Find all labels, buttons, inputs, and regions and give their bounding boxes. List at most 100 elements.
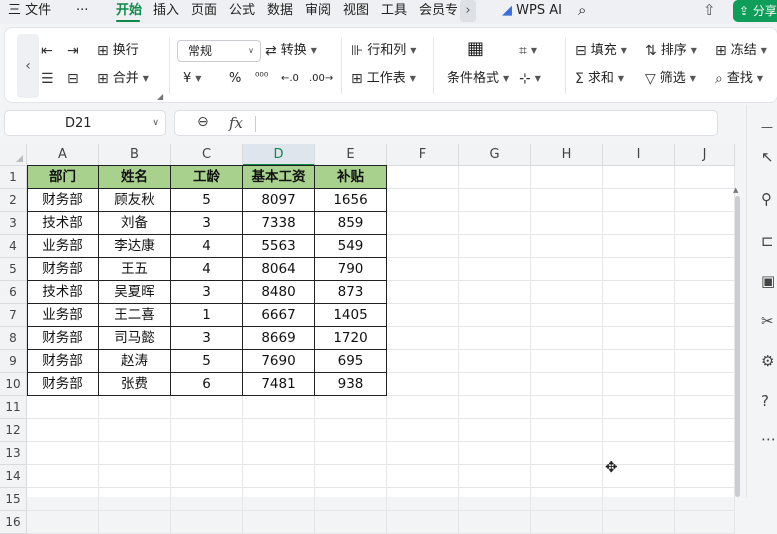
cell-c11[interactable] bbox=[171, 396, 243, 419]
cell-j3[interactable] bbox=[675, 212, 735, 235]
cell-a15[interactable] bbox=[27, 488, 99, 511]
cell-j4[interactable] bbox=[675, 235, 735, 258]
cell-j5[interactable] bbox=[675, 258, 735, 281]
align-left-icon[interactable]: ☰ bbox=[41, 71, 54, 87]
tab-page[interactable]: 页面 bbox=[191, 3, 217, 19]
cell-e6[interactable]: 873 bbox=[315, 281, 387, 304]
zoom-icon[interactable]: ⊖ bbox=[197, 114, 209, 130]
row-header-13[interactable]: 13 bbox=[0, 442, 27, 465]
cell-c12[interactable] bbox=[171, 419, 243, 442]
cell-style-button[interactable]: ⌗ ▼ bbox=[519, 43, 537, 59]
cell-i8[interactable] bbox=[603, 327, 675, 350]
currency-format-button[interactable]: ¥ ▼ bbox=[183, 71, 201, 87]
settings-icon[interactable]: ⚙ bbox=[761, 353, 774, 369]
cell-d6[interactable]: 8480 bbox=[243, 281, 315, 304]
select-cursor-icon[interactable]: ↖ bbox=[761, 149, 774, 165]
row-header-8[interactable]: 8 bbox=[0, 327, 27, 350]
cell-d12[interactable] bbox=[243, 419, 315, 442]
cell-b13[interactable] bbox=[99, 442, 171, 465]
cell-b8[interactable]: 司马懿 bbox=[99, 327, 171, 350]
indent-decrease-icon[interactable]: ⇤ bbox=[41, 43, 53, 59]
filter-button[interactable]: ▽ 筛选 ▼ bbox=[645, 71, 696, 87]
cell-h2[interactable] bbox=[531, 189, 603, 212]
cell-f14[interactable] bbox=[387, 465, 459, 488]
cell-d13[interactable] bbox=[243, 442, 315, 465]
cell-h11[interactable] bbox=[531, 396, 603, 419]
column-header-h[interactable]: H bbox=[531, 144, 603, 166]
column-header-j[interactable]: J bbox=[675, 144, 735, 166]
cell-d5[interactable]: 8064 bbox=[243, 258, 315, 281]
tab-view[interactable]: 视图 bbox=[343, 3, 369, 19]
tab-home[interactable]: 开始 bbox=[116, 3, 142, 19]
column-header-g[interactable]: G bbox=[459, 144, 531, 166]
cell-c16[interactable] bbox=[171, 511, 243, 534]
cell-f3[interactable] bbox=[387, 212, 459, 235]
row-header-15[interactable]: 15 bbox=[0, 488, 27, 511]
cell-b14[interactable] bbox=[99, 465, 171, 488]
cell-a1[interactable]: 部门 bbox=[27, 166, 99, 189]
cell-i7[interactable] bbox=[603, 304, 675, 327]
cell-f15[interactable] bbox=[387, 488, 459, 511]
cell-f7[interactable] bbox=[387, 304, 459, 327]
cell-j7[interactable] bbox=[675, 304, 735, 327]
cell-b7[interactable]: 王二喜 bbox=[99, 304, 171, 327]
sort-button[interactable]: ⇅ 排序 ▼ bbox=[645, 43, 697, 59]
cell-h16[interactable] bbox=[531, 511, 603, 534]
more-options-icon[interactable]: ⋯ bbox=[761, 431, 776, 447]
conditional-format-icon[interactable]: ▦ bbox=[467, 40, 484, 58]
cell-h3[interactable] bbox=[531, 212, 603, 235]
column-header-c[interactable]: C bbox=[171, 144, 243, 166]
cell-c3[interactable]: 3 bbox=[171, 212, 243, 235]
cell-d4[interactable]: 5563 bbox=[243, 235, 315, 258]
cell-d7[interactable]: 6667 bbox=[243, 304, 315, 327]
cell-d8[interactable]: 8669 bbox=[243, 327, 315, 350]
increase-decimal-button[interactable]: .00→ bbox=[309, 71, 333, 87]
cell-a10[interactable]: 财务部 bbox=[27, 373, 99, 396]
gallery-icon[interactable]: ▣ bbox=[761, 273, 775, 289]
decrease-decimal-button[interactable]: ←.0 bbox=[281, 71, 299, 87]
help-icon[interactable]: ? bbox=[761, 393, 769, 409]
cell-c7[interactable]: 1 bbox=[171, 304, 243, 327]
row-header-11[interactable]: 11 bbox=[0, 396, 27, 419]
cell-b9[interactable]: 赵涛 bbox=[99, 350, 171, 373]
fx-icon[interactable]: fx bbox=[229, 114, 243, 132]
tabs-scroll-right-button[interactable]: › bbox=[460, 0, 476, 22]
cell-f6[interactable] bbox=[387, 281, 459, 304]
cloud-upload-icon[interactable]: ⇧ bbox=[703, 1, 716, 19]
tools-icon[interactable]: ✂ bbox=[761, 313, 774, 329]
cell-i12[interactable] bbox=[603, 419, 675, 442]
properties-icon[interactable]: ⚲ bbox=[761, 191, 772, 207]
cell-e16[interactable] bbox=[315, 511, 387, 534]
scroll-up-icon[interactable]: ▲ bbox=[733, 186, 738, 194]
cell-i1[interactable] bbox=[603, 166, 675, 189]
row-header-4[interactable]: 4 bbox=[0, 235, 27, 258]
cell-i5[interactable] bbox=[603, 258, 675, 281]
cell-h15[interactable] bbox=[531, 488, 603, 511]
cell-j11[interactable] bbox=[675, 396, 735, 419]
column-header-b[interactable]: B bbox=[99, 144, 171, 166]
cell-b12[interactable] bbox=[99, 419, 171, 442]
name-box[interactable]: D21 ∨ bbox=[4, 110, 166, 136]
cell-a5[interactable]: 财务部 bbox=[27, 258, 99, 281]
cell-c4[interactable]: 4 bbox=[171, 235, 243, 258]
cell-j15[interactable] bbox=[675, 488, 735, 511]
more-menu-button[interactable]: ··· bbox=[76, 3, 88, 19]
column-header-e[interactable]: E bbox=[315, 144, 387, 166]
worksheet-button[interactable]: ⊞ 工作表 ▼ bbox=[351, 71, 416, 87]
cell-g10[interactable] bbox=[459, 373, 531, 396]
cell-b10[interactable]: 张费 bbox=[99, 373, 171, 396]
cell-a13[interactable] bbox=[27, 442, 99, 465]
cell-h6[interactable] bbox=[531, 281, 603, 304]
cell-f11[interactable] bbox=[387, 396, 459, 419]
cell-j13[interactable] bbox=[675, 442, 735, 465]
align-distributed-icon[interactable]: ⊟ bbox=[67, 71, 79, 87]
cell-i6[interactable] bbox=[603, 281, 675, 304]
cell-g6[interactable] bbox=[459, 281, 531, 304]
cell-a14[interactable] bbox=[27, 465, 99, 488]
cell-c1[interactable]: 工龄 bbox=[171, 166, 243, 189]
cell-a4[interactable]: 业务部 bbox=[27, 235, 99, 258]
cell-h9[interactable] bbox=[531, 350, 603, 373]
fill-button[interactable]: ⊟ 填充 ▼ bbox=[575, 43, 627, 59]
cell-j2[interactable] bbox=[675, 189, 735, 212]
alignment-settings-icon[interactable]: ◢ bbox=[157, 92, 163, 101]
